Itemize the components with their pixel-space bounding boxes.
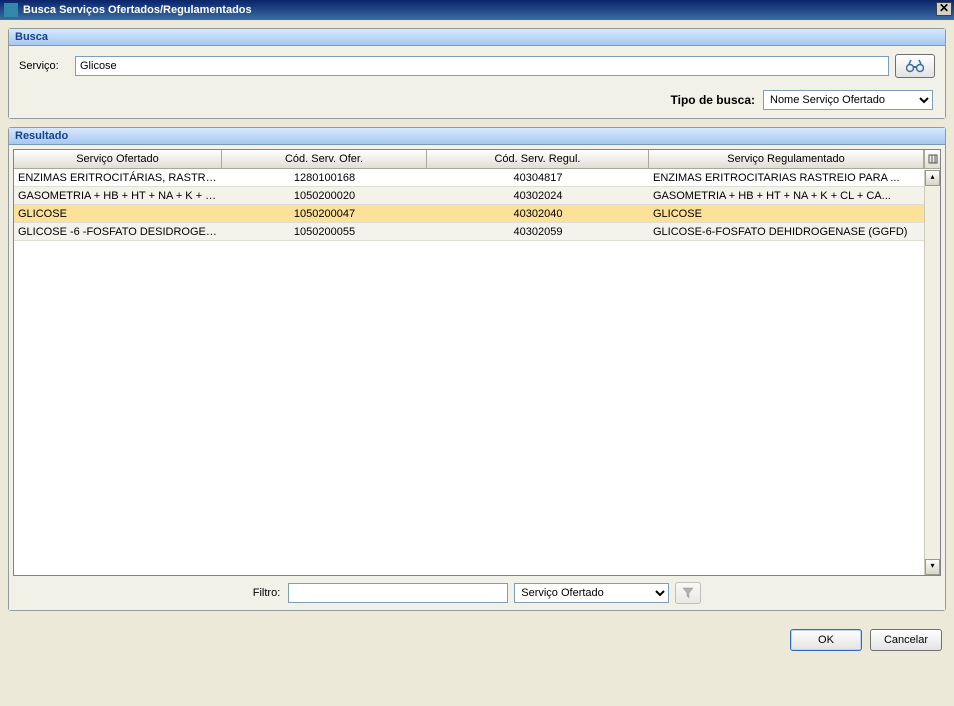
cell: GLICOSE -6 -FOSFATO DESIDROGENASE	[14, 223, 222, 240]
binoculars-icon	[906, 59, 924, 73]
filtro-label: Filtro:	[253, 587, 281, 599]
cell: GASOMETRIA + HB + HT + NA + K + CL ...	[14, 187, 222, 204]
filtro-input[interactable]	[288, 583, 508, 603]
servico-input[interactable]	[75, 56, 889, 76]
servico-label: Serviço:	[19, 60, 69, 72]
search-button[interactable]	[895, 54, 935, 78]
ok-button[interactable]: OK	[790, 629, 862, 651]
resultado-panel-header: Resultado	[9, 128, 945, 145]
cancel-button[interactable]: Cancelar	[870, 629, 942, 651]
table-row[interactable]: GLICOSE -6 -FOSFATO DESIDROGENASE1050200…	[14, 223, 940, 241]
app-icon	[4, 3, 18, 17]
table-row[interactable]: ENZIMAS ERITROCITÁRIAS, RASTREIO P...128…	[14, 169, 940, 187]
cell: 1050200055	[222, 223, 427, 240]
cell: 1050200020	[222, 187, 427, 204]
result-grid: Serviço Ofertado Cód. Serv. Ofer. Cód. S…	[13, 149, 941, 576]
table-row[interactable]: GASOMETRIA + HB + HT + NA + K + CL ...10…	[14, 187, 940, 205]
busca-panel-header: Busca	[9, 29, 945, 46]
scroll-down-button[interactable]: ▾	[925, 559, 940, 575]
tipo-busca-label: Tipo de busca:	[671, 93, 755, 107]
cell: 40302040	[427, 205, 649, 222]
cell: 40302024	[427, 187, 649, 204]
cell: GASOMETRIA + HB + HT + NA + K + CL + CA.…	[649, 187, 940, 204]
col-cod-serv-regul[interactable]: Cód. Serv. Regul.	[427, 150, 649, 168]
busca-panel: Busca Serviço: Tipo de busca: Nome Servi…	[8, 28, 946, 119]
col-cod-serv-ofer[interactable]: Cód. Serv. Ofer.	[222, 150, 427, 168]
cell: 1050200047	[222, 205, 427, 222]
table-row[interactable]: GLICOSE105020004740302040GLICOSE	[14, 205, 940, 223]
col-servico-regulamentado[interactable]: Serviço Regulamentado	[649, 150, 924, 168]
cell: GLICOSE-6-FOSFATO DEHIDROGENASE (GGFD)	[649, 223, 940, 240]
grid-body: ENZIMAS ERITROCITÁRIAS, RASTREIO P...128…	[14, 169, 940, 241]
resultado-panel: Resultado Serviço Ofertado Cód. Serv. Of…	[8, 127, 946, 611]
vertical-scrollbar[interactable]: ▴ ▾	[924, 170, 940, 575]
column-chooser-button[interactable]	[924, 150, 940, 168]
apply-filter-button[interactable]	[675, 582, 701, 604]
dialog-button-bar: OK Cancelar	[0, 619, 954, 661]
cell: 40304817	[427, 169, 649, 186]
filtro-combo[interactable]: Serviço Ofertado	[514, 583, 669, 603]
col-servico-ofertado[interactable]: Serviço Ofertado	[14, 150, 222, 168]
title-bar: Busca Serviços Ofertados/Regulamentados …	[0, 0, 954, 20]
grid-header: Serviço Ofertado Cód. Serv. Ofer. Cód. S…	[14, 150, 940, 169]
cell: 40302059	[427, 223, 649, 240]
tipo-busca-combo[interactable]: Nome Serviço Ofertado	[763, 90, 933, 110]
window-title: Busca Serviços Ofertados/Regulamentados	[23, 4, 252, 16]
cell: ENZIMAS ERITROCITÁRIAS, RASTREIO P...	[14, 169, 222, 186]
funnel-icon	[682, 587, 694, 599]
cell: ENZIMAS ERITROCITARIAS RASTREIO PARA ...	[649, 169, 940, 186]
close-button[interactable]: ✕	[936, 2, 952, 16]
cell: GLICOSE	[14, 205, 222, 222]
cell: GLICOSE	[649, 205, 940, 222]
cell: 1280100168	[222, 169, 427, 186]
scroll-up-button[interactable]: ▴	[925, 170, 940, 186]
column-chooser-icon	[928, 154, 938, 164]
